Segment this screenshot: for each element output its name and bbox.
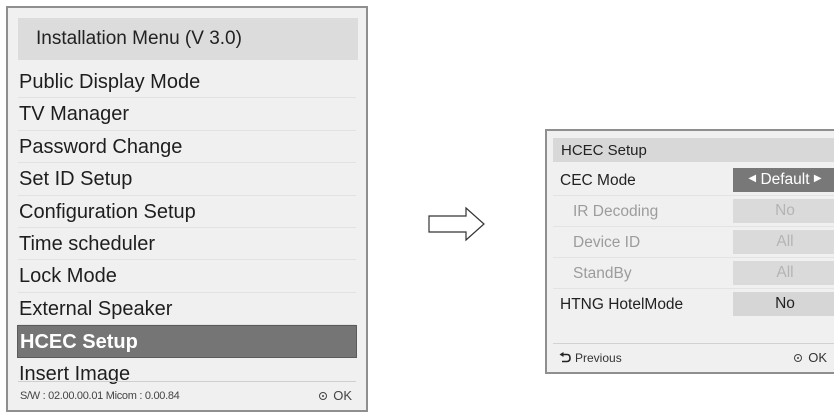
menu-item-tv-manager[interactable]: TV Manager — [8, 98, 366, 131]
setting-row-cec-mode[interactable]: CEC Mode ◀ Default ▶ — [547, 165, 834, 196]
installation-menu-list: Public Display Mode TV Manager Password … — [8, 66, 366, 390]
right-arrow-icon — [428, 206, 485, 242]
back-arrow-icon — [559, 352, 571, 363]
firmware-version: S/W : 02.00.00.01 Micom : 0.00.84 — [20, 390, 180, 402]
htng-hotelmode-value[interactable]: No — [733, 292, 834, 316]
menu-item-label: Lock Mode — [19, 265, 117, 288]
device-id-value: All — [733, 230, 834, 254]
ok-label: OK — [808, 350, 827, 365]
ok-button-icon — [319, 392, 328, 400]
setting-row-device-id: Device ID All — [547, 227, 834, 258]
hcec-setup-title: HCEC Setup — [553, 138, 834, 162]
menu-item-time-scheduler[interactable]: Time scheduler — [8, 228, 366, 261]
menu-item-hcec-setup[interactable]: HCEC Setup — [17, 325, 357, 358]
setting-label: StandBy — [573, 265, 632, 282]
previous-label: Previous — [575, 351, 622, 365]
hcec-setup-footer: Previous OK — [553, 343, 834, 372]
right-triangle-icon[interactable]: ▶ — [814, 167, 822, 191]
cec-mode-selector[interactable]: ◀ Default ▶ — [733, 168, 834, 192]
previous-button[interactable]: Previous — [559, 344, 622, 372]
ok-label: OK — [333, 388, 352, 403]
cec-mode-value: Default — [760, 171, 810, 189]
installation-menu-title: Installation Menu (V 3.0) — [18, 18, 358, 60]
menu-item-label: Set ID Setup — [19, 168, 133, 191]
setting-row-htng-hotelmode[interactable]: HTNG HotelMode No — [547, 289, 834, 320]
menu-item-lock-mode[interactable]: Lock Mode — [8, 260, 366, 293]
installation-menu-footer: S/W : 02.00.00.01 Micom : 0.00.84 OK — [18, 381, 356, 410]
installation-menu-panel: Installation Menu (V 3.0) Public Display… — [6, 6, 368, 412]
menu-item-configuration-setup[interactable]: Configuration Setup — [8, 196, 366, 228]
menu-item-label: TV Manager — [19, 103, 130, 126]
setting-label: CEC Mode — [560, 172, 636, 189]
menu-item-label: External Speaker — [19, 297, 173, 320]
setting-label: HTNG HotelMode — [560, 296, 684, 313]
menu-item-external-speaker[interactable]: External Speaker — [8, 293, 366, 326]
ok-button[interactable]: OK — [794, 344, 827, 372]
setting-row-standby: StandBy All — [547, 258, 834, 289]
menu-item-password-change[interactable]: Password Change — [8, 131, 366, 164]
menu-item-label: Password Change — [19, 135, 183, 158]
menu-item-label: Time scheduler — [19, 232, 155, 255]
setting-label: IR Decoding — [573, 203, 659, 220]
menu-item-label: HCEC Setup — [20, 331, 138, 354]
ok-button[interactable]: OK — [319, 382, 352, 410]
menu-item-set-id-setup[interactable]: Set ID Setup — [8, 163, 366, 196]
ir-decoding-value: No — [733, 199, 834, 223]
standby-value: All — [733, 261, 834, 285]
setting-label: Device ID — [573, 234, 641, 251]
hcec-setup-panel: HCEC Setup CEC Mode ◀ Default ▶ IR Decod… — [545, 129, 834, 374]
ok-button-icon — [794, 354, 803, 362]
menu-item-label: Public Display Mode — [19, 71, 201, 93]
menu-item-public-display-mode[interactable]: Public Display Mode — [8, 66, 366, 99]
left-triangle-icon[interactable]: ◀ — [748, 167, 756, 191]
setting-row-ir-decoding: IR Decoding No — [547, 196, 834, 227]
menu-item-label: Configuration Setup — [19, 200, 196, 223]
